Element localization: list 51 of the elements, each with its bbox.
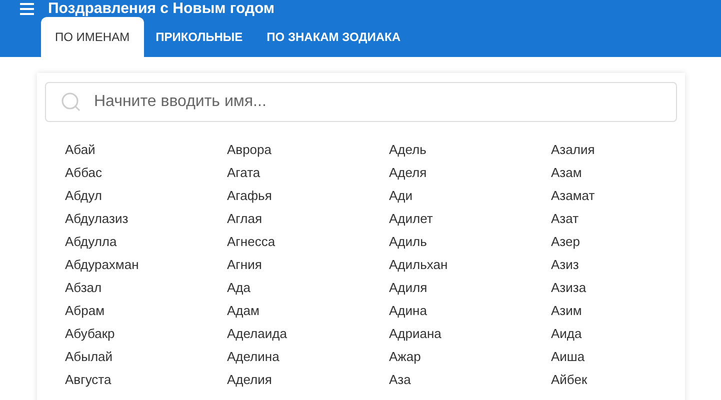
name-link[interactable]: Айбек: [551, 368, 588, 391]
name-link[interactable]: Ади: [389, 184, 413, 207]
name-link[interactable]: Абзал: [65, 276, 102, 299]
name-link[interactable]: Абылай: [65, 345, 113, 368]
name-link[interactable]: Агнесса: [227, 230, 276, 253]
name-link[interactable]: Азер: [551, 230, 580, 253]
name-link[interactable]: Агния: [227, 253, 262, 276]
name-link[interactable]: Аделина: [227, 345, 280, 368]
name-link[interactable]: Аида: [551, 322, 582, 345]
name-link[interactable]: Агафья: [227, 184, 272, 207]
name-link[interactable]: Аделия: [227, 368, 272, 391]
name-link[interactable]: Аиша: [551, 345, 585, 368]
name-link[interactable]: Адиль: [389, 230, 427, 253]
name-link[interactable]: Адам: [227, 299, 260, 322]
tab[interactable]: ПРИКОЛЬНЫЕ: [144, 17, 255, 57]
name-link[interactable]: Азат: [551, 207, 579, 230]
name-link[interactable]: Аза: [389, 368, 411, 391]
name-link[interactable]: Азим: [551, 299, 582, 322]
name-link[interactable]: Адилет: [389, 207, 433, 230]
name-link[interactable]: Ажар: [389, 345, 421, 368]
search-field[interactable]: Начните вводить имя...: [45, 82, 677, 122]
name-link[interactable]: Азамат: [551, 184, 595, 207]
name-link[interactable]: Абубакр: [65, 322, 115, 345]
name-link[interactable]: Адина: [389, 299, 427, 322]
name-link[interactable]: Агата: [227, 161, 260, 184]
name-link[interactable]: Аглая: [227, 207, 262, 230]
name-link[interactable]: Адель: [389, 138, 426, 161]
name-link[interactable]: Абдурахман: [65, 253, 139, 276]
name-link[interactable]: Азиза: [551, 276, 586, 299]
name-link[interactable]: Аделя: [389, 161, 427, 184]
name-link[interactable]: Ада: [227, 276, 250, 299]
name-link[interactable]: Абдулла: [65, 230, 117, 253]
tab[interactable]: ПО ЗНАКАМ ЗОДИАКА: [254, 17, 412, 57]
name-link[interactable]: Абдул: [65, 184, 102, 207]
page-title: Поздравления с Новым годом: [48, 0, 275, 17]
name-link[interactable]: Аврора: [227, 138, 272, 161]
name-link[interactable]: Аделаида: [227, 322, 287, 345]
name-link[interactable]: Азалия: [551, 138, 595, 161]
name-link[interactable]: Аббас: [65, 161, 102, 184]
tab[interactable]: ПО ИМЕНАМ: [41, 17, 144, 57]
menu-icon[interactable]: [20, 2, 34, 14]
name-link[interactable]: Адильхан: [389, 253, 448, 276]
name-link[interactable]: Азам: [551, 161, 582, 184]
name-link[interactable]: Абдулазиз: [65, 207, 128, 230]
name-link[interactable]: Азиз: [551, 253, 579, 276]
name-link[interactable]: Августа: [65, 368, 112, 391]
name-link[interactable]: Абай: [65, 138, 96, 161]
name-link[interactable]: Адриана: [389, 322, 442, 345]
search-icon: [61, 92, 81, 112]
name-link[interactable]: Абрам: [65, 299, 105, 322]
name-link[interactable]: Адиля: [389, 276, 428, 299]
